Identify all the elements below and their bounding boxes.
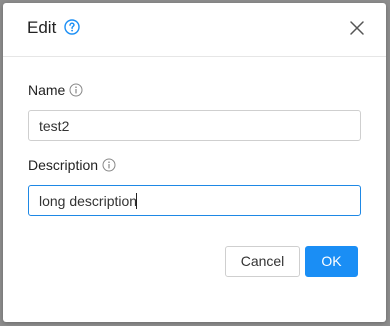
description-input[interactable] (28, 185, 361, 216)
dialog-header: Edit (3, 3, 386, 57)
ok-button[interactable]: OK (305, 246, 358, 277)
edit-dialog: Edit Name Description (3, 3, 386, 322)
dialog-title: Edit (27, 18, 57, 37)
close-icon[interactable] (349, 20, 365, 36)
cancel-button[interactable]: Cancel (225, 246, 300, 277)
name-label: Name (28, 82, 66, 98)
name-input[interactable] (28, 110, 361, 141)
text-cursor (136, 193, 137, 209)
description-label: Description (28, 157, 99, 173)
info-circle-icon (69, 83, 83, 97)
info-circle-icon (102, 158, 116, 172)
help-circle-icon[interactable] (64, 19, 80, 35)
